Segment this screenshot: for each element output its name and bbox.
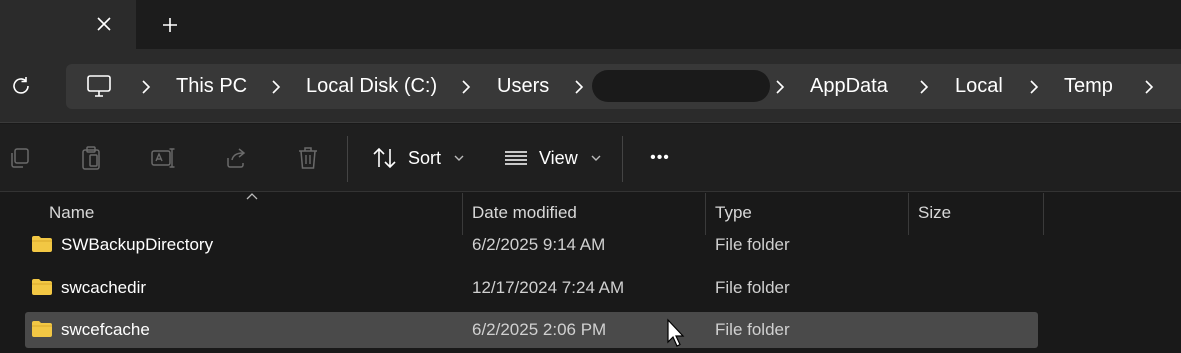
breadcrumb-temp[interactable]: Temp — [1064, 64, 1113, 109]
folder-icon — [32, 236, 52, 252]
breadcrumb-username-redacted[interactable] — [592, 70, 770, 102]
column-name[interactable]: Name — [49, 203, 94, 223]
view-button[interactable]: View — [503, 140, 602, 176]
sort-label: Sort — [408, 147, 442, 168]
chevron-right-icon[interactable] — [571, 78, 587, 96]
chevron-right-icon[interactable] — [1141, 78, 1157, 96]
close-icon[interactable] — [92, 12, 116, 36]
column-type[interactable]: Type — [715, 203, 752, 223]
file-row-selected[interactable]: swcefcache 6/2/2025 2:06 PM File folder — [25, 312, 1038, 348]
breadcrumb: This PC Local Disk (C:) Users AppData Lo… — [66, 64, 1181, 109]
file-name: SWBackupDirectory — [61, 235, 214, 254]
refresh-icon[interactable] — [8, 73, 34, 99]
plus-icon[interactable] — [158, 13, 182, 37]
toolbar-separator — [622, 136, 623, 182]
view-label: View — [539, 147, 578, 168]
chevron-right-icon[interactable] — [138, 78, 154, 96]
file-name: swcachedir — [61, 278, 147, 297]
file-row[interactable]: swcachedir 12/17/2024 7:24 AM File folde… — [25, 270, 1038, 306]
breadcrumb-appdata[interactable]: AppData — [810, 64, 888, 109]
breadcrumb-users[interactable]: Users — [497, 64, 549, 109]
chevron-right-icon[interactable] — [772, 78, 788, 96]
folder-icon — [32, 279, 52, 295]
computer-icon[interactable] — [86, 74, 112, 98]
breadcrumb-local-disk[interactable]: Local Disk (C:) — [306, 64, 437, 109]
file-row[interactable]: SWBackupDirectory 6/2/2025 9:14 AM File … — [25, 227, 1038, 263]
toolbar-separator — [347, 136, 348, 182]
column-date-modified[interactable]: Date modified — [472, 203, 577, 223]
file-type: File folder — [715, 235, 790, 254]
chevron-down-icon — [591, 155, 601, 161]
file-date: 6/2/2025 2:06 PM — [472, 320, 607, 339]
chevron-right-icon[interactable] — [268, 78, 284, 96]
chevron-right-icon[interactable] — [1026, 78, 1042, 96]
paste-icon[interactable] — [78, 145, 104, 171]
chevron-down-icon — [454, 155, 464, 161]
copy-icon[interactable] — [7, 145, 33, 171]
mouse-cursor-icon — [667, 318, 685, 347]
sort-ascending-icon — [246, 193, 258, 200]
folder-icon — [32, 321, 52, 337]
chevron-right-icon[interactable] — [458, 78, 474, 96]
address-bar[interactable]: This PC Local Disk (C:) Users AppData Lo… — [66, 64, 1181, 109]
file-name: swcefcache — [61, 320, 150, 339]
breadcrumb-this-pc[interactable]: This PC — [176, 64, 247, 109]
sort-icon — [373, 147, 396, 169]
more-options-button[interactable]: ••• — [645, 145, 675, 171]
breadcrumb-local[interactable]: Local — [955, 64, 1003, 109]
file-type: File folder — [715, 278, 790, 297]
file-type: File folder — [715, 320, 790, 339]
active-tab[interactable] — [0, 0, 136, 49]
delete-icon[interactable] — [295, 145, 321, 171]
share-icon[interactable] — [223, 145, 249, 171]
column-divider[interactable] — [1043, 193, 1044, 235]
command-bar: Sort View ••• — [0, 124, 1181, 192]
sort-button[interactable]: Sort — [372, 140, 465, 176]
view-list-icon — [505, 151, 527, 165]
rename-icon[interactable] — [150, 145, 176, 171]
tab-strip — [0, 0, 1181, 49]
file-date: 12/17/2024 7:24 AM — [472, 278, 625, 297]
navigation-bar: This PC Local Disk (C:) Users AppData Lo… — [0, 49, 1181, 123]
chevron-right-icon[interactable] — [916, 78, 932, 96]
column-size[interactable]: Size — [918, 203, 951, 223]
file-date: 6/2/2025 9:14 AM — [472, 235, 606, 254]
